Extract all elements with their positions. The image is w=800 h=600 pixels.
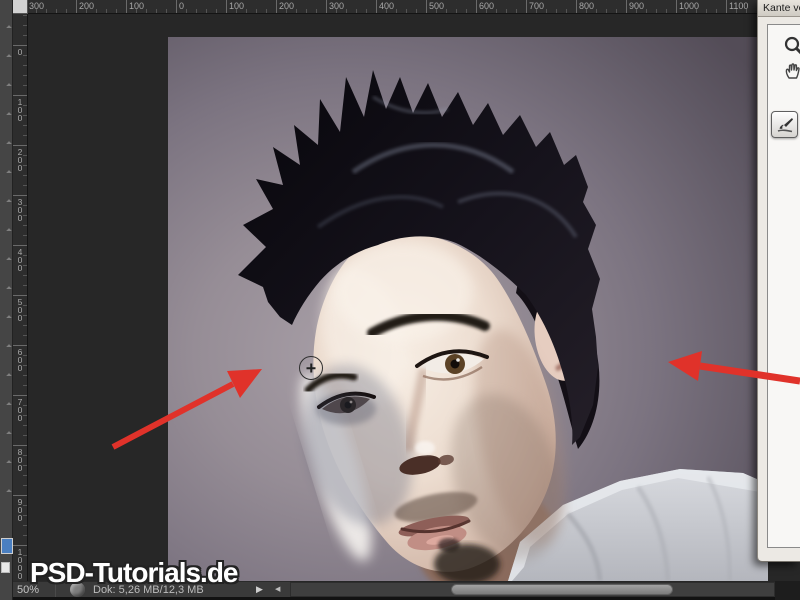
brush-cursor (299, 356, 323, 380)
refine-edge-panel[interactable]: Kante ve (757, 0, 800, 562)
v-ruler-label: 700 (15, 397, 25, 421)
tool-flyout-triangle-icon (6, 402, 12, 408)
h-ruler-label: 1000 (679, 1, 700, 11)
brush-icon (777, 117, 793, 132)
vertical-ruler: 0 100 200 300 400 500 600 700 800 900 1000 (13, 14, 28, 581)
tool-flyout-triangle-icon (6, 257, 12, 263)
h-ruler-label: 200 (79, 1, 95, 11)
v-ruler-label: 100 (15, 97, 25, 121)
h-ruler-label: 300 (29, 1, 45, 11)
background-color-swatch[interactable] (1, 562, 10, 573)
h-ruler-label: 200 (279, 1, 295, 11)
v-ruler-label: 200 (15, 147, 25, 171)
portrait-photo (168, 37, 768, 581)
h-ruler-label: 1100 (729, 1, 749, 11)
v-ruler-label: 300 (15, 197, 25, 221)
h-ruler-label: 100 (129, 1, 145, 11)
v-ruler-label: 0 (15, 47, 25, 55)
hand-tool-icon[interactable] (784, 62, 800, 80)
foreground-color-swatch[interactable] (1, 538, 13, 554)
scrollbar-corner (775, 581, 800, 600)
refine-edge-tool-column (767, 24, 800, 548)
h-ruler-label: 300 (329, 1, 345, 11)
h-ruler-label: 700 (529, 1, 545, 11)
status-menu-arrow-icon[interactable]: ▶ (256, 584, 263, 595)
tool-flyout-triangle-icon (6, 344, 12, 350)
v-ruler-label: 400 (15, 247, 25, 271)
scroll-left-arrow-icon[interactable]: ◀ (275, 585, 280, 593)
v-ruler-label: 600 (15, 347, 25, 371)
watermark: PSD-Tutorials.de (30, 557, 239, 588)
tool-flyout-triangle-icon (6, 25, 12, 31)
document-canvas[interactable] (28, 14, 800, 581)
h-ruler-label: 400 (379, 1, 395, 11)
h-ruler-label: 100 (229, 1, 245, 11)
tool-flyout-triangle-icon (6, 228, 12, 234)
tool-palette-edge[interactable] (0, 0, 13, 600)
zoom-tool-icon[interactable] (784, 36, 800, 56)
horizontal-scrollbar[interactable] (290, 582, 775, 597)
tool-flyout-triangle-icon (6, 170, 12, 176)
v-ruler-label: 800 (15, 447, 25, 471)
horizontal-ruler: 300 200 100 0 100 200 300 400 500 600 700 800 900 100… (28, 0, 757, 14)
refine-radius-tool-button[interactable] (771, 111, 798, 138)
tool-flyout-triangle-icon (6, 112, 12, 118)
tool-flyout-triangle-icon (6, 83, 12, 89)
photoshop-window: 300 200 100 0 100 200 300 400 500 600 700 800 900 100… (0, 0, 800, 600)
v-ruler-label: 500 (15, 297, 25, 321)
ruler-corner (13, 0, 28, 14)
h-ruler-label: 500 (429, 1, 445, 11)
h-ruler-label: 900 (629, 1, 645, 11)
tool-flyout-triangle-icon (6, 489, 12, 495)
horizontal-scrollbar-thumb[interactable] (451, 584, 673, 595)
tool-flyout-triangle-icon (6, 286, 12, 292)
tool-flyout-triangle-icon (6, 431, 12, 437)
h-ruler-label: 600 (479, 1, 495, 11)
tool-flyout-triangle-icon (6, 54, 12, 60)
tool-flyout-triangle-icon (6, 199, 12, 205)
v-ruler-label: 1000 (15, 547, 25, 579)
tool-flyout-triangle-icon (6, 141, 12, 147)
tool-flyout-triangle-icon (6, 460, 12, 466)
h-ruler-label: 800 (579, 1, 595, 11)
refine-edge-panel-title[interactable]: Kante ve (758, 0, 800, 17)
tool-flyout-triangle-icon (6, 315, 12, 321)
h-ruler-label: 0 (179, 1, 185, 11)
tool-flyout-triangle-icon (6, 373, 12, 379)
v-ruler-label: 900 (15, 497, 25, 521)
